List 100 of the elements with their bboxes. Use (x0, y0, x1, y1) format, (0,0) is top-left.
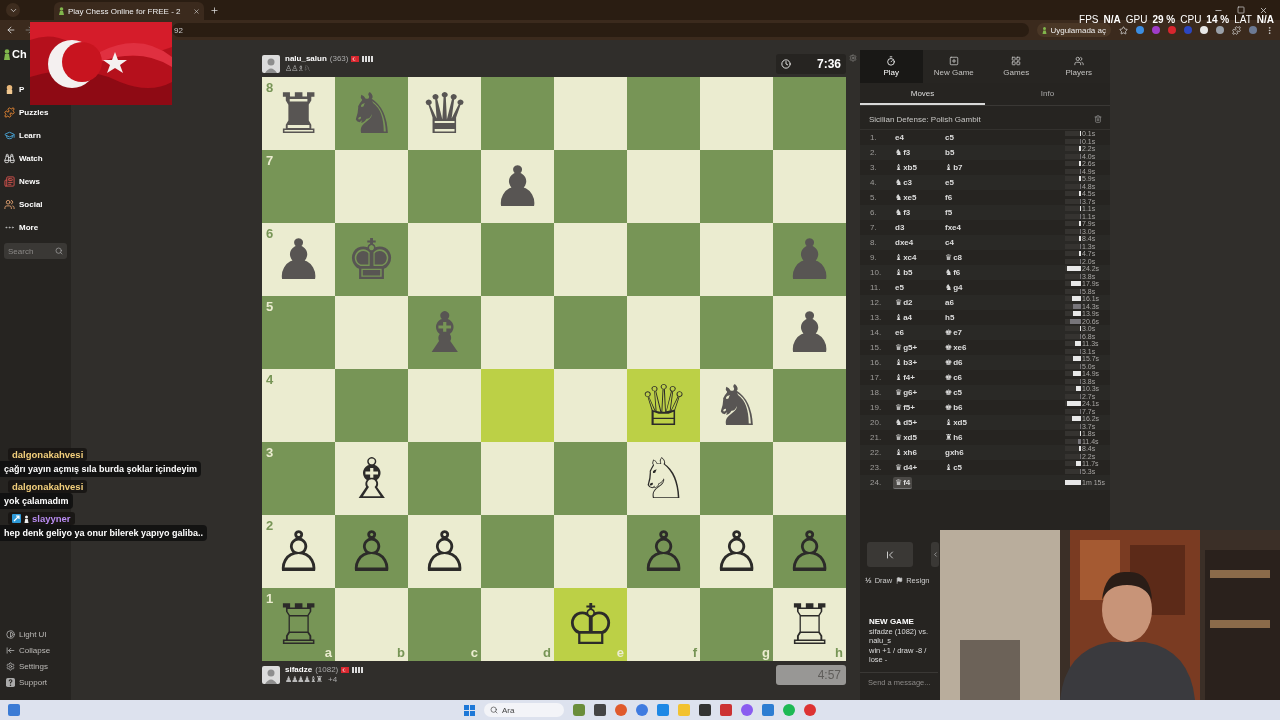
browser-icon[interactable] (636, 704, 648, 716)
puzzle-icon[interactable] (1232, 25, 1241, 35)
move-link[interactable]: a6 (943, 296, 956, 309)
move-link[interactable]: ♛d4+ (893, 461, 920, 474)
app-icon[interactable] (720, 704, 732, 716)
app-icon[interactable] (699, 704, 711, 716)
chess-piece[interactable]: ♙ (419, 523, 470, 580)
move-link[interactable]: ♛xd5 (893, 431, 919, 444)
move-link[interactable]: ♜h6 (943, 431, 965, 444)
move-link[interactable]: ♛g6+ (893, 386, 920, 399)
footer-item[interactable]: Collapse (0, 642, 57, 658)
nav-item[interactable]: Social (0, 193, 43, 216)
move-link[interactable]: ♝c5 (943, 461, 965, 474)
settings-icon[interactable] (849, 54, 857, 62)
move-link[interactable]: ♚b6 (943, 401, 965, 414)
browser-tab[interactable]: Play Chess Online for FREE - 2 (54, 2, 204, 20)
previous-move-button[interactable] (931, 542, 939, 567)
logo-text[interactable]: Ch (12, 48, 27, 60)
chess-piece[interactable]: ♞ (711, 377, 762, 434)
move-link[interactable]: ♛c8 (943, 251, 965, 264)
move-link[interactable]: ♞d5+ (893, 416, 920, 429)
move-link[interactable]: f6 (943, 191, 955, 204)
move-link[interactable]: ♚e7 (943, 326, 965, 339)
chess-piece[interactable]: ♙ (638, 523, 689, 580)
chess-piece[interactable]: ♗ (346, 450, 397, 507)
player-name[interactable]: nalu_salun (285, 54, 327, 63)
move-link[interactable]: ♞xe5 (893, 191, 919, 204)
move-link[interactable]: ♝b7 (943, 161, 965, 174)
move-link[interactable]: ♞c3 (893, 176, 915, 189)
nav-tab[interactable]: Games (985, 50, 1048, 83)
new-tab-button[interactable] (210, 5, 219, 15)
move-link[interactable]: fxe4 (943, 221, 963, 234)
chess-piece[interactable]: ♟ (492, 158, 543, 215)
trash-icon[interactable] (1094, 115, 1102, 123)
chess-piece[interactable]: ♙ (273, 523, 324, 580)
move-link[interactable]: ♞f6 (943, 266, 963, 279)
nav-tab[interactable]: New Game (922, 50, 985, 83)
nav-item[interactable]: P (0, 78, 25, 101)
app-icon[interactable] (762, 704, 774, 716)
chess-piece[interactable]: ♟ (273, 231, 324, 288)
move-link[interactable]: ♛f5+ (893, 401, 917, 414)
chess-piece[interactable]: ♙ (711, 523, 762, 580)
nav-item[interactable]: Learn (0, 124, 41, 147)
footer-item[interactable]: Support (0, 674, 54, 690)
chess-piece[interactable]: ♜ (273, 85, 324, 142)
nav-tab[interactable]: Play (860, 50, 923, 83)
move-link[interactable]: ♚c5 (943, 386, 965, 399)
profile-icon[interactable] (1249, 26, 1257, 34)
panel-tab[interactable]: Info (985, 83, 1110, 105)
restore-icon[interactable] (1237, 5, 1245, 14)
taskbar-search-field[interactable]: Ara (484, 703, 564, 717)
app-icon[interactable] (741, 704, 753, 716)
windows-icon[interactable] (464, 704, 475, 716)
move-link[interactable]: c4 (943, 236, 956, 249)
nav-item[interactable]: Watch (0, 147, 43, 170)
move-link[interactable]: b5 (943, 146, 957, 159)
move-link[interactable]: ♝b5 (893, 266, 915, 279)
move-link[interactable]: e4 (893, 131, 906, 144)
move-link[interactable]: ♞f3 (893, 206, 913, 219)
music-icon[interactable] (783, 704, 795, 716)
move-link[interactable]: ♝b3+ (893, 356, 920, 369)
move-link[interactable]: ♞g4 (943, 281, 965, 294)
leaf-icon[interactable] (573, 704, 585, 716)
footer-item[interactable]: Light UI (0, 626, 53, 642)
address-field[interactable]: 92 (172, 23, 1030, 37)
move-link[interactable]: f5 (943, 206, 955, 219)
chess-piece[interactable]: ♖ (784, 596, 835, 653)
move-link[interactable]: ♝xc4 (893, 251, 919, 264)
nav-item[interactable]: More (0, 216, 39, 239)
move-link[interactable]: ♚c6 (943, 371, 965, 384)
chess-piece[interactable]: ♙ (784, 523, 835, 580)
move-link[interactable]: ♝xb5 (893, 161, 919, 174)
search-field[interactable]: Search (4, 243, 67, 259)
browser-icon[interactable] (615, 704, 627, 716)
move-link[interactable]: d3 (893, 221, 907, 234)
move-link[interactable]: ♛f4 (893, 476, 913, 489)
move-link[interactable]: ♝a4 (893, 311, 915, 324)
close-icon[interactable] (1259, 5, 1268, 15)
app-icon[interactable] (8, 704, 20, 716)
move-link[interactable]: dxe4 (893, 236, 916, 249)
move-link[interactable]: ♝f4+ (893, 371, 917, 384)
nav-item[interactable]: Puzzles (0, 101, 49, 124)
chess-piece[interactable]: ♘ (638, 450, 689, 507)
move-link[interactable]: ♛g5+ (893, 341, 920, 354)
player-name[interactable]: sifadze (285, 665, 313, 674)
move-link[interactable]: ♛d2 (893, 296, 915, 309)
star-icon[interactable] (1119, 25, 1128, 35)
footer-item[interactable]: Settings (0, 658, 54, 674)
panel-tab[interactable]: Moves (860, 83, 985, 105)
move-link[interactable]: e5 (943, 176, 956, 189)
chess-piece[interactable]: ♙ (346, 523, 397, 580)
app-icon[interactable] (594, 704, 606, 716)
move-link[interactable]: e6 (893, 326, 906, 339)
move-link[interactable]: ♝xh6 (893, 446, 919, 459)
move-link[interactable]: e5 (893, 281, 906, 294)
move-link[interactable]: h5 (943, 311, 957, 324)
chess-piece[interactable]: ♔ (565, 596, 616, 653)
move-link[interactable]: gxh6 (943, 446, 966, 459)
nav-item[interactable]: News (0, 170, 40, 193)
tab-list-button[interactable] (6, 3, 20, 17)
